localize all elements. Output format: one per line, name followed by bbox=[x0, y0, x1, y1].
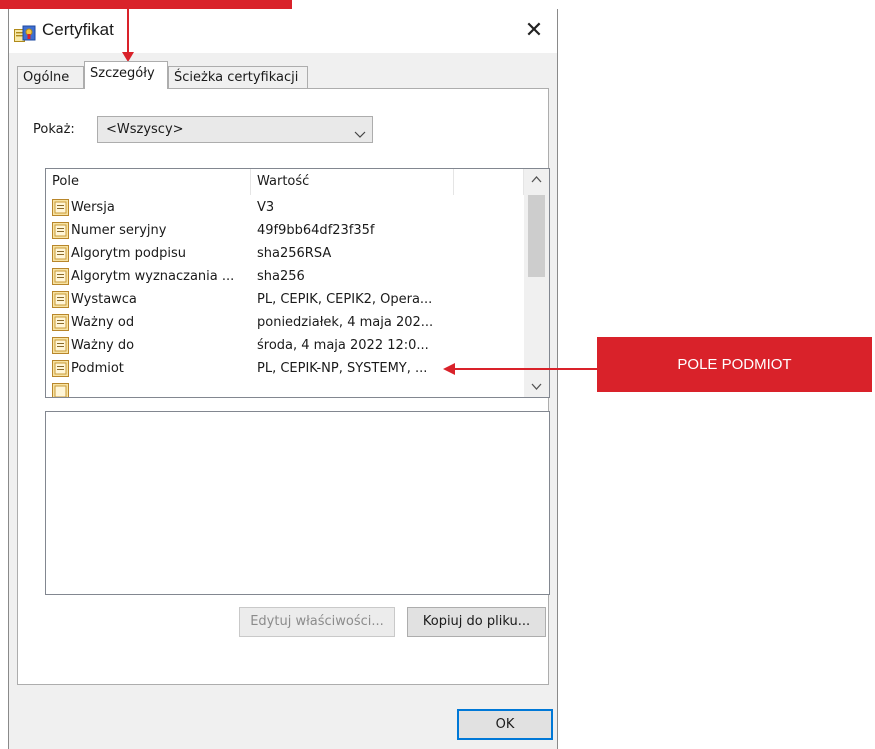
field-icon bbox=[52, 383, 69, 397]
column-header-empty[interactable] bbox=[454, 169, 524, 195]
field-value: sha256 bbox=[257, 269, 305, 284]
scroll-down-icon[interactable] bbox=[524, 375, 549, 397]
field-name: Wersja bbox=[71, 200, 115, 215]
field-details-textbox[interactable] bbox=[45, 411, 550, 595]
field-value: PL, CEPIK-NP, SYSTEMY, ... bbox=[257, 361, 428, 376]
certificate-dialog: Certyfikat ✕ Ogólne Szczegóły Ścieżka ce… bbox=[8, 9, 558, 749]
tab-certification-path[interactable]: Ścieżka certyfikacji bbox=[168, 66, 308, 88]
column-header-value[interactable]: Wartość bbox=[251, 169, 454, 195]
field-name: Algorytm podpisu bbox=[71, 246, 186, 261]
list-item[interactable]: Algorytm podpisu sha256RSA bbox=[46, 242, 524, 265]
field-icon bbox=[52, 268, 69, 285]
details-tab-panel: Pokaż: <Wszyscy> Pole Wartość Wersja V3 … bbox=[17, 88, 550, 685]
annotation-banner bbox=[0, 0, 292, 9]
list-item[interactable]: Numer seryjny 49f9bb64df23f35f bbox=[46, 219, 524, 242]
scrollbar-thumb[interactable] bbox=[528, 195, 545, 277]
scroll-up-icon[interactable] bbox=[524, 169, 549, 191]
field-value: V3 bbox=[257, 200, 275, 215]
field-name: Ważny do bbox=[71, 338, 135, 353]
field-icon bbox=[52, 291, 69, 308]
field-name: Numer seryjny bbox=[71, 223, 167, 238]
field-name: Wystawca bbox=[71, 292, 137, 307]
fields-list[interactable]: Pole Wartość Wersja V3 Numer seryjny 49f… bbox=[45, 168, 550, 398]
ok-button[interactable]: OK bbox=[457, 709, 553, 740]
show-dropdown-value: <Wszyscy> bbox=[106, 122, 184, 137]
list-item[interactable]: Ważny od poniedziałek, 4 maja 202... bbox=[46, 311, 524, 334]
list-item[interactable]: Algorytm wyznaczania ... sha256 bbox=[46, 265, 524, 288]
field-icon bbox=[52, 245, 69, 262]
chevron-down-icon bbox=[354, 124, 366, 138]
show-dropdown[interactable]: <Wszyscy> bbox=[97, 116, 373, 143]
copy-to-file-button[interactable]: Kopiuj do pliku... bbox=[407, 607, 546, 637]
field-name: Algorytm wyznaczania ... bbox=[71, 269, 235, 284]
certificate-icon bbox=[14, 23, 36, 43]
field-value: PL, CEPIK, CEPIK2, Opera... bbox=[257, 292, 433, 307]
vertical-scrollbar[interactable] bbox=[524, 169, 549, 397]
list-item[interactable]: Ważny do środa, 4 maja 2022 12:0... bbox=[46, 334, 524, 357]
field-icon bbox=[52, 222, 69, 239]
field-icon bbox=[52, 360, 69, 377]
subject-field-callout: POLE PODMIOT bbox=[597, 337, 872, 392]
tab-details[interactable]: Szczegóły bbox=[84, 61, 168, 89]
column-header-field[interactable]: Pole bbox=[46, 169, 251, 195]
tab-general[interactable]: Ogólne bbox=[17, 66, 84, 88]
field-icon bbox=[52, 314, 69, 331]
screenshot-stage: Certyfikat ✕ Ogólne Szczegóły Ścieżka ce… bbox=[0, 0, 875, 749]
show-label: Pokaż: bbox=[33, 122, 75, 137]
fields-rows: Wersja V3 Numer seryjny 49f9bb64df23f35f… bbox=[46, 196, 524, 397]
field-name: Ważny od bbox=[71, 315, 135, 330]
field-value: sha256RSA bbox=[257, 246, 332, 261]
close-icon[interactable]: ✕ bbox=[511, 9, 557, 53]
field-name: Podmiot bbox=[71, 361, 124, 376]
list-item[interactable]: Podmiot PL, CEPIK-NP, SYSTEMY, ... bbox=[46, 357, 524, 380]
list-item[interactable]: Wersja V3 bbox=[46, 196, 524, 219]
field-icon bbox=[52, 337, 69, 354]
field-icon bbox=[52, 199, 69, 216]
field-value: środa, 4 maja 2022 12:0... bbox=[257, 338, 429, 353]
window-title: Certyfikat bbox=[42, 20, 114, 39]
field-value: poniedziałek, 4 maja 202... bbox=[257, 315, 434, 330]
list-item[interactable]: Wystawca PL, CEPIK, CEPIK2, Opera... bbox=[46, 288, 524, 311]
edit-properties-button[interactable]: Edytuj właściwości... bbox=[239, 607, 395, 637]
list-item-partial[interactable] bbox=[46, 380, 524, 397]
title-bar: Certyfikat ✕ bbox=[9, 9, 557, 53]
field-value: 49f9bb64df23f35f bbox=[257, 223, 375, 238]
